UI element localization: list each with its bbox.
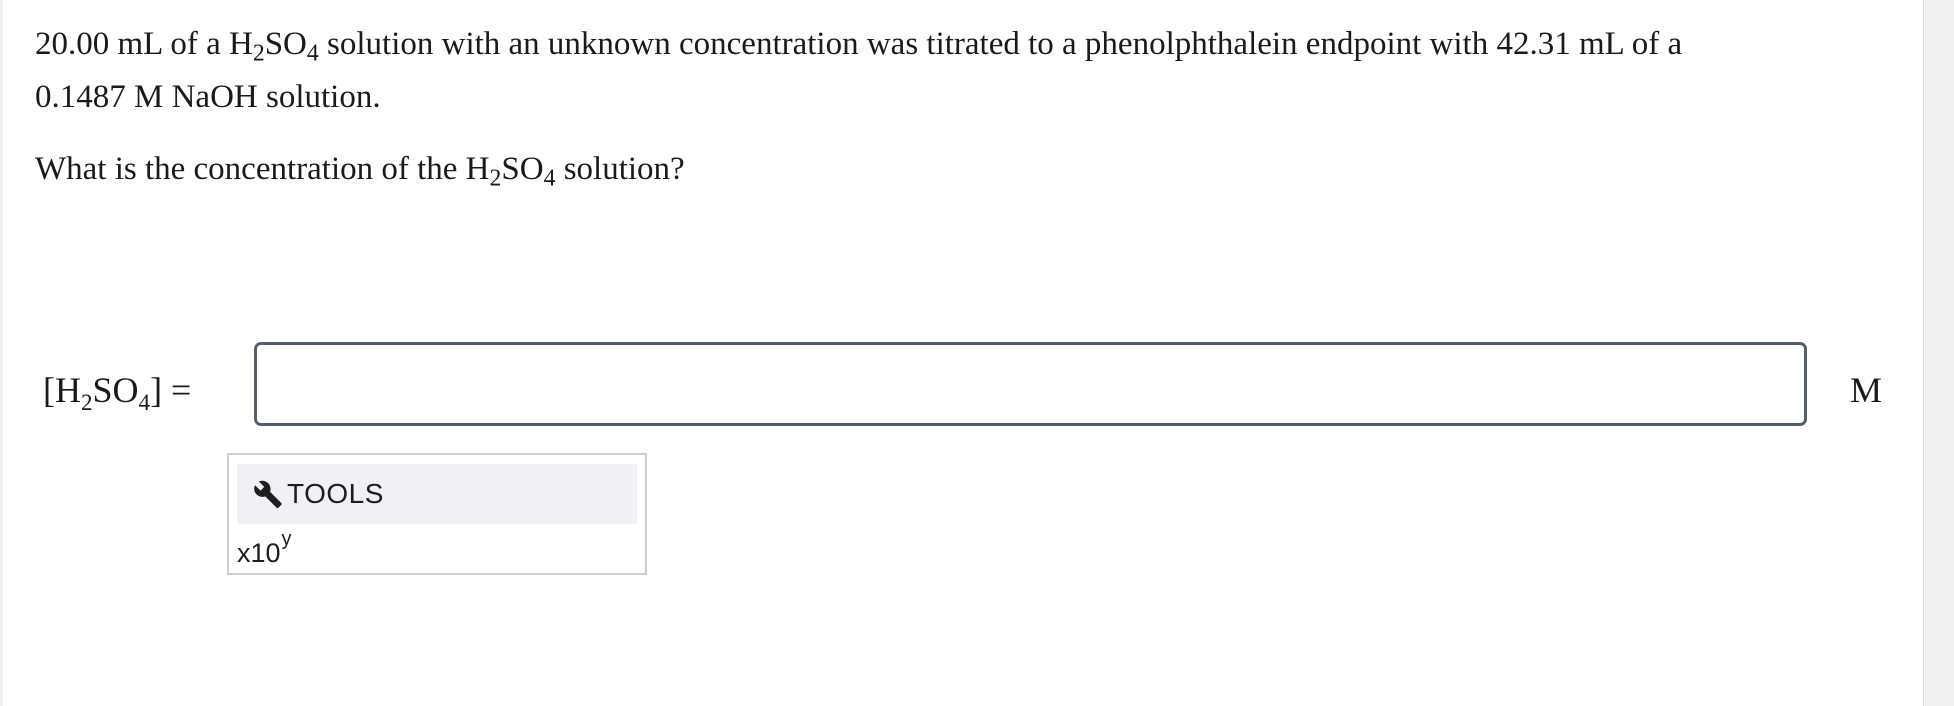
tools-button[interactable]: TOOLS [237,464,637,524]
label-mid: SO [92,370,139,410]
sci-base: x10 [237,538,281,568]
q-line1-sub2: 2 [252,40,265,67]
q-line1-so: SO [264,26,307,62]
prompt-sub2: 2 [489,165,502,192]
right-scroll-rail [1923,0,1954,706]
question-page: 20.00 mL of a H2SO4 solution with an unk… [0,0,1954,706]
scientific-notation-button[interactable]: x10 y [237,525,298,569]
q-line2: 0.1487 M NaOH solution. [35,79,381,115]
label-sub2: 2 [81,388,93,415]
q-line1-start: 20.00 mL of a H [35,26,253,62]
q-line1-rest: solution with an unknown concentration w… [318,26,1683,62]
label-close: ] = [150,370,192,410]
label-open: [H [43,370,81,410]
q-line1-sub4: 4 [306,40,319,67]
prompt-start: What is the concentration of the H [35,151,490,187]
prompt-sub4: 4 [543,165,556,192]
sci-exponent: y [281,528,292,550]
label-sub4: 4 [138,388,151,415]
left-border [0,0,3,706]
unit-label: M [1850,370,1883,410]
tools-label: TOOLS [287,478,384,509]
wrench-icon [254,480,282,509]
question-text: 20.00 mL of a H2SO4 solution with an unk… [35,18,1895,196]
answer-input[interactable] [254,342,1807,426]
question-prompt: What is the concentration of the H2SO4 s… [35,143,1895,196]
prompt-so: SO [501,151,544,187]
question-paragraph: 20.00 mL of a H2SO4 solution with an unk… [35,18,1895,124]
tools-panel: TOOLS x10 y [227,453,647,575]
answer-label: [H2SO4] = [43,365,191,415]
prompt-end: solution? [555,151,685,187]
